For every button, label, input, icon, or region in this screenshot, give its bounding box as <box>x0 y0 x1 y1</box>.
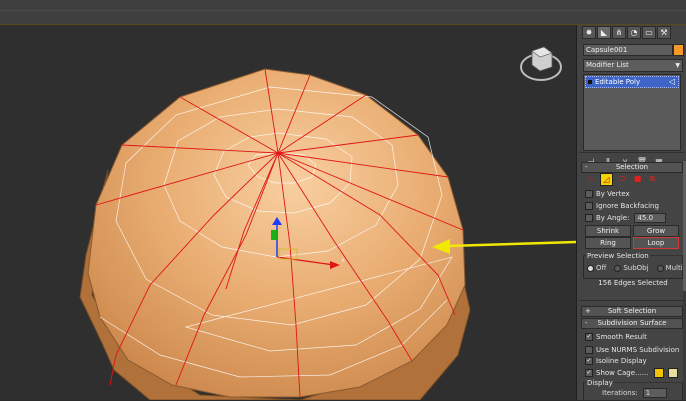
collapse-icon: - <box>585 163 588 171</box>
smooth-result-checkbox[interactable]: ✓ <box>585 333 593 341</box>
preview-selection-radios: Off SubObj Multi <box>587 264 683 272</box>
isoline-display-option[interactable]: ✓ Isoline Display <box>585 356 647 366</box>
radio-subobj[interactable] <box>614 264 622 272</box>
iterations-label: Iterations: <box>602 389 638 397</box>
polygon-level-icon[interactable]: ■ <box>632 173 643 184</box>
soft-selection-rollout-header[interactable]: + Soft Selection <box>581 306 683 317</box>
motion-tab-icon[interactable]: ◔ <box>627 26 641 39</box>
edge-level-icon[interactable]: ◿ <box>600 173 613 186</box>
viewcube[interactable] <box>520 46 562 81</box>
use-nurms-label: Use NURMS Subdivision <box>596 346 680 354</box>
command-panel-tabs: ✸ ◣ ⋔ ◔ ▭ ⚒ <box>582 26 671 39</box>
viewport-canvas[interactable]: x <box>0 25 576 400</box>
object-color-swatch[interactable] <box>673 44 684 56</box>
preview-selection-group: Preview Selection Off SubObj Multi <box>583 252 683 279</box>
use-nurms-option[interactable]: Use NURMS Subdivision <box>585 345 679 355</box>
toolbar-divider <box>0 10 686 11</box>
stack-item-label: Editable Poly <box>595 78 641 86</box>
create-tab-icon[interactable]: ✸ <box>582 26 596 39</box>
grow-button[interactable]: Grow <box>633 225 679 237</box>
radio-multi[interactable] <box>656 264 664 272</box>
subdivision-surface-title: Subdivision Surface <box>597 319 667 327</box>
show-cage-checkbox[interactable]: ✓ <box>585 369 593 377</box>
ignore-backfacing-option[interactable]: Ignore Backfacing <box>585 201 659 211</box>
preview-multi-label: Multi <box>665 264 683 272</box>
angle-spinner[interactable]: 45.0 <box>634 213 667 223</box>
smooth-result-option[interactable]: ✓ Smooth Result <box>585 332 647 342</box>
ignore-backfacing-checkbox[interactable] <box>585 202 593 210</box>
preview-subobj-label: SubObj <box>623 264 649 272</box>
show-cage-label: Show Cage...... <box>596 369 649 377</box>
hierarchy-tab-icon[interactable]: ⋔ <box>612 26 626 39</box>
main-toolbar <box>0 0 686 25</box>
divider <box>579 152 685 153</box>
by-angle-label: By Angle: <box>596 214 630 222</box>
preview-off-option[interactable]: Off <box>587 264 606 272</box>
isoline-display-checkbox[interactable]: ✓ <box>585 357 593 365</box>
cage-color-swatch-2[interactable] <box>668 368 679 378</box>
iterations-row: Iterations: 1 <box>602 388 667 398</box>
utilities-tab-icon[interactable]: ⚒ <box>657 26 671 39</box>
preview-subobj-option[interactable]: SubObj <box>614 264 649 272</box>
by-angle-option[interactable]: By Angle: 45.0 <box>585 213 667 223</box>
display-group: Display Iterations: 1 <box>583 379 683 401</box>
by-angle-checkbox[interactable] <box>585 214 593 222</box>
command-panel: ✸ ◣ ⋔ ◔ ▭ ⚒ Capsule001 Modifier List ▼ E… <box>576 25 686 401</box>
soft-selection-title: Soft Selection <box>607 307 657 315</box>
modifier-list-label: Modifier List <box>586 61 629 69</box>
smooth-result-label: Smooth Result <box>596 333 647 341</box>
by-vertex-label: By Vertex <box>596 190 630 198</box>
viewport-perspective[interactable]: x <box>0 25 576 400</box>
chevron-down-icon: ▼ <box>675 62 680 69</box>
selection-rollout-title: Selection <box>615 163 649 171</box>
object-name-field[interactable]: Capsule001 <box>583 44 673 56</box>
element-level-icon[interactable]: ⧉ <box>647 173 658 184</box>
cage-color-swatch-1[interactable] <box>654 368 665 378</box>
radio-off[interactable] <box>587 264 594 272</box>
pin-icon[interactable]: ◁ <box>669 77 675 87</box>
by-vertex-option[interactable]: By Vertex <box>585 189 630 199</box>
collapse-icon: - <box>585 319 588 327</box>
stack-item-editable-poly[interactable]: Editable Poly ◁ <box>585 76 679 88</box>
modify-tab-icon[interactable]: ◣ <box>597 26 611 39</box>
vertex-level-icon[interactable]: ∴ <box>585 173 596 184</box>
expand-icon: + <box>585 307 591 315</box>
iterations-spinner[interactable]: 1 <box>642 388 667 398</box>
display-tab-icon[interactable]: ▭ <box>642 26 656 39</box>
loop-button[interactable]: Loop <box>633 237 679 249</box>
shrink-button[interactable]: Shrink <box>585 225 631 237</box>
display-group-label: Display <box>586 379 614 387</box>
selection-status: 156 Edges Selected <box>598 279 668 287</box>
subobject-level-icons: ∴ ◿ ⊃ ■ ⧉ <box>585 173 658 186</box>
modifier-stack[interactable]: Editable Poly ◁ <box>583 74 681 151</box>
subdivision-surface-rollout-header[interactable]: - Subdivision Surface <box>581 318 683 329</box>
modifier-list-dropdown[interactable]: Modifier List ▼ <box>583 59 683 72</box>
gizmo-x-label: x <box>341 257 345 264</box>
use-nurms-checkbox[interactable] <box>585 346 593 354</box>
selection-rollout-header[interactable]: - Selection <box>581 162 683 173</box>
preview-selection-label: Preview Selection <box>586 252 650 260</box>
preview-off-label: Off <box>596 264 607 272</box>
isoline-display-label: Isoline Display <box>596 357 647 365</box>
ignore-backfacing-label: Ignore Backfacing <box>596 202 659 210</box>
show-cage-option[interactable]: ✓ Show Cage...... <box>585 368 679 378</box>
lightbulb-icon[interactable] <box>588 80 592 84</box>
preview-multi-option[interactable]: Multi <box>656 264 683 272</box>
divider <box>579 300 685 301</box>
border-level-icon[interactable]: ⊃ <box>617 173 628 184</box>
ring-button[interactable]: Ring <box>585 237 631 249</box>
by-vertex-checkbox[interactable] <box>585 190 593 198</box>
